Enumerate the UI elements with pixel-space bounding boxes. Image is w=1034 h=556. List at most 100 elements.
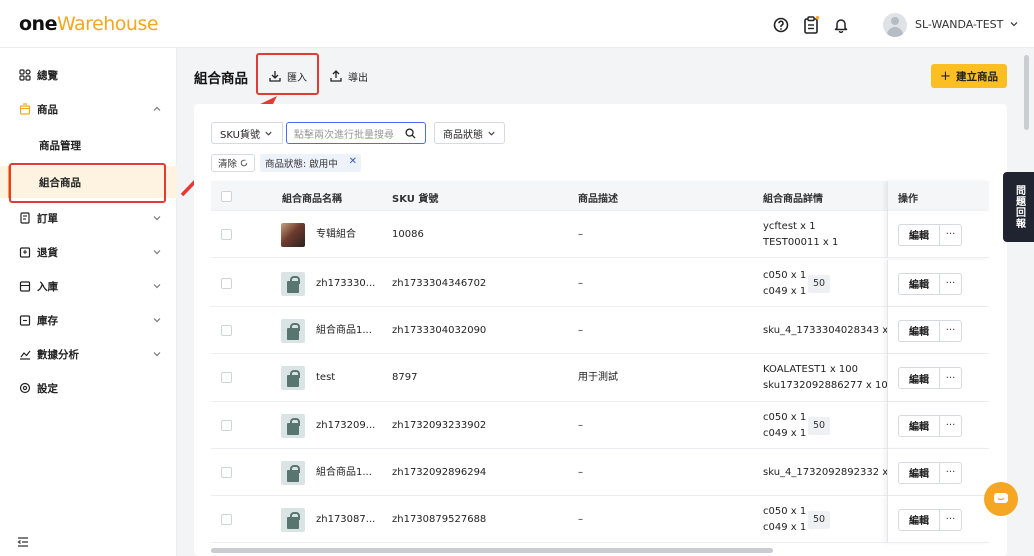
edit-button[interactable]: 編輯 bbox=[898, 272, 940, 295]
row-checkbox[interactable] bbox=[221, 466, 232, 478]
edit-button[interactable]: 編輯 bbox=[898, 461, 940, 484]
row-checkbox[interactable] bbox=[221, 419, 232, 431]
product-name[interactable]: zh173330... bbox=[316, 277, 375, 291]
feedback-tab[interactable]: 問題回報 bbox=[1003, 172, 1034, 242]
bundle-detail-line: sku_4_1733304028343 x 1 bbox=[763, 324, 898, 336]
quantity-badge: 50 bbox=[808, 510, 830, 529]
inbound-icon bbox=[18, 280, 31, 293]
bundle-detail-line: sku1732092886277 x 100 bbox=[763, 380, 895, 391]
sidebar-item-settings[interactable]: 設定 bbox=[0, 373, 177, 403]
product-thumbnail bbox=[281, 366, 305, 390]
more-actions-button[interactable]: ··· bbox=[939, 461, 962, 484]
search-input[interactable]: 點擊兩次進行批量搜尋 bbox=[286, 122, 426, 144]
refresh-icon bbox=[240, 159, 248, 167]
product-thumbnail bbox=[281, 318, 305, 343]
chat-button[interactable] bbox=[984, 482, 1018, 516]
bundle-detail-line: c049 x 1 bbox=[763, 285, 807, 297]
order-icon bbox=[18, 212, 31, 225]
product-description: – bbox=[578, 277, 583, 289]
page-title: 組合商品 bbox=[194, 71, 248, 87]
export-button[interactable]: 導出 bbox=[330, 67, 368, 85]
avatar[interactable] bbox=[883, 13, 907, 37]
chat-icon bbox=[994, 493, 1008, 503]
help-circle-icon[interactable] bbox=[772, 16, 790, 34]
sidebar-item-inventory[interactable]: 庫存 bbox=[0, 305, 177, 335]
more-actions-button[interactable]: ··· bbox=[939, 367, 962, 389]
more-actions-button[interactable]: ··· bbox=[939, 272, 962, 295]
search-icon[interactable] bbox=[405, 128, 416, 139]
box-icon bbox=[18, 103, 31, 116]
bundle-detail-line: c050 x 1 bbox=[763, 411, 807, 423]
close-icon[interactable]: ✕ bbox=[349, 156, 357, 167]
product-name[interactable]: 組合商品1... bbox=[316, 466, 372, 480]
bundle-detail-line: c049 x 1 bbox=[763, 427, 807, 439]
product-sku: zh1732093233902 bbox=[392, 419, 487, 431]
row-checkbox[interactable] bbox=[221, 513, 232, 525]
inventory-icon bbox=[18, 314, 31, 327]
chevron-down-icon[interactable] bbox=[1009, 17, 1019, 31]
product-sku: zh1733304032090 bbox=[392, 324, 487, 336]
more-actions-button[interactable]: ··· bbox=[939, 508, 962, 531]
status-filter-select[interactable]: 商品狀態 bbox=[434, 122, 505, 144]
product-name[interactable]: 組合商品1... bbox=[316, 324, 372, 338]
app-logo[interactable]: oneWarehouse bbox=[19, 12, 159, 36]
sidebar-item-products[interactable]: 商品 bbox=[0, 94, 177, 124]
download-icon bbox=[269, 71, 281, 82]
product-name[interactable]: 专辑組合 bbox=[316, 228, 356, 242]
username[interactable]: SL-WANDA-TEST bbox=[915, 18, 1003, 31]
chevron-down-icon bbox=[153, 352, 161, 357]
sidebar-item-overview[interactable]: 總覽 bbox=[0, 60, 177, 90]
bundle-detail-line: c050 x 1 bbox=[763, 269, 807, 281]
product-description: – bbox=[578, 228, 583, 240]
chevron-down-icon bbox=[153, 318, 161, 323]
vertical-scrollbar[interactable] bbox=[1024, 55, 1029, 130]
chevron-down-icon bbox=[153, 216, 161, 221]
clipboard-icon[interactable] bbox=[802, 16, 820, 34]
edit-button[interactable]: 編輯 bbox=[898, 319, 940, 342]
select-all-checkbox[interactable] bbox=[221, 191, 232, 202]
product-name[interactable]: zh173087... bbox=[316, 513, 375, 527]
product-thumbnail bbox=[281, 507, 305, 532]
product-description: 用于測試 bbox=[578, 372, 618, 383]
clear-filters-button[interactable]: 清除 bbox=[211, 154, 255, 172]
edit-button[interactable]: 編輯 bbox=[898, 508, 940, 531]
sidebar-item-orders[interactable]: 訂單 bbox=[0, 203, 177, 233]
more-actions-button[interactable]: ··· bbox=[939, 414, 962, 437]
more-actions-button[interactable]: ··· bbox=[939, 223, 962, 246]
bundle-detail-line: c050 x 1 bbox=[763, 505, 807, 517]
sku-filter-select[interactable]: SKU貨號 bbox=[211, 122, 283, 144]
import-button[interactable]: 匯入 bbox=[269, 67, 307, 85]
product-sku: 10086 bbox=[392, 228, 424, 240]
row-checkbox[interactable] bbox=[221, 324, 232, 336]
sidebar-item-product-management[interactable]: 商品管理 bbox=[0, 129, 177, 161]
more-actions-button[interactable]: ··· bbox=[939, 319, 962, 342]
product-sku: 8797 bbox=[392, 372, 418, 383]
quantity-badge: 50 bbox=[808, 274, 830, 293]
create-product-button[interactable]: + 建立商品 bbox=[931, 64, 1007, 88]
product-description: – bbox=[578, 466, 583, 478]
product-description: – bbox=[578, 419, 583, 431]
product-description: – bbox=[578, 513, 583, 525]
product-sku: zh1732092896294 bbox=[392, 466, 487, 478]
edit-button[interactable]: 編輯 bbox=[898, 223, 940, 246]
product-description: – bbox=[578, 324, 583, 336]
row-checkbox[interactable] bbox=[221, 228, 232, 240]
edit-button[interactable]: 編輯 bbox=[898, 414, 940, 437]
annotation-box-bundle bbox=[9, 163, 166, 203]
row-checkbox[interactable] bbox=[221, 277, 232, 289]
horizontal-scrollbar[interactable] bbox=[211, 548, 773, 553]
sidebar-item-returns[interactable]: 退貨 bbox=[0, 237, 177, 267]
product-name[interactable]: zh173209... bbox=[316, 419, 375, 433]
bundle-detail-line: sku_4_1732092892332 x 1 bbox=[763, 466, 898, 478]
edit-button[interactable]: 編輯 bbox=[898, 367, 940, 389]
product-thumbnail bbox=[281, 413, 305, 438]
collapse-sidebar-icon[interactable] bbox=[17, 536, 29, 548]
product-name[interactable]: test bbox=[316, 371, 335, 385]
row-checkbox[interactable] bbox=[221, 372, 232, 383]
upload-icon bbox=[330, 70, 342, 82]
return-icon bbox=[18, 246, 31, 259]
action-column-header: 操作 bbox=[887, 181, 989, 211]
sidebar-item-inbound[interactable]: 入庫 bbox=[0, 271, 177, 301]
sidebar-item-analytics[interactable]: 數據分析 bbox=[0, 339, 177, 369]
bell-icon[interactable] bbox=[832, 16, 850, 34]
